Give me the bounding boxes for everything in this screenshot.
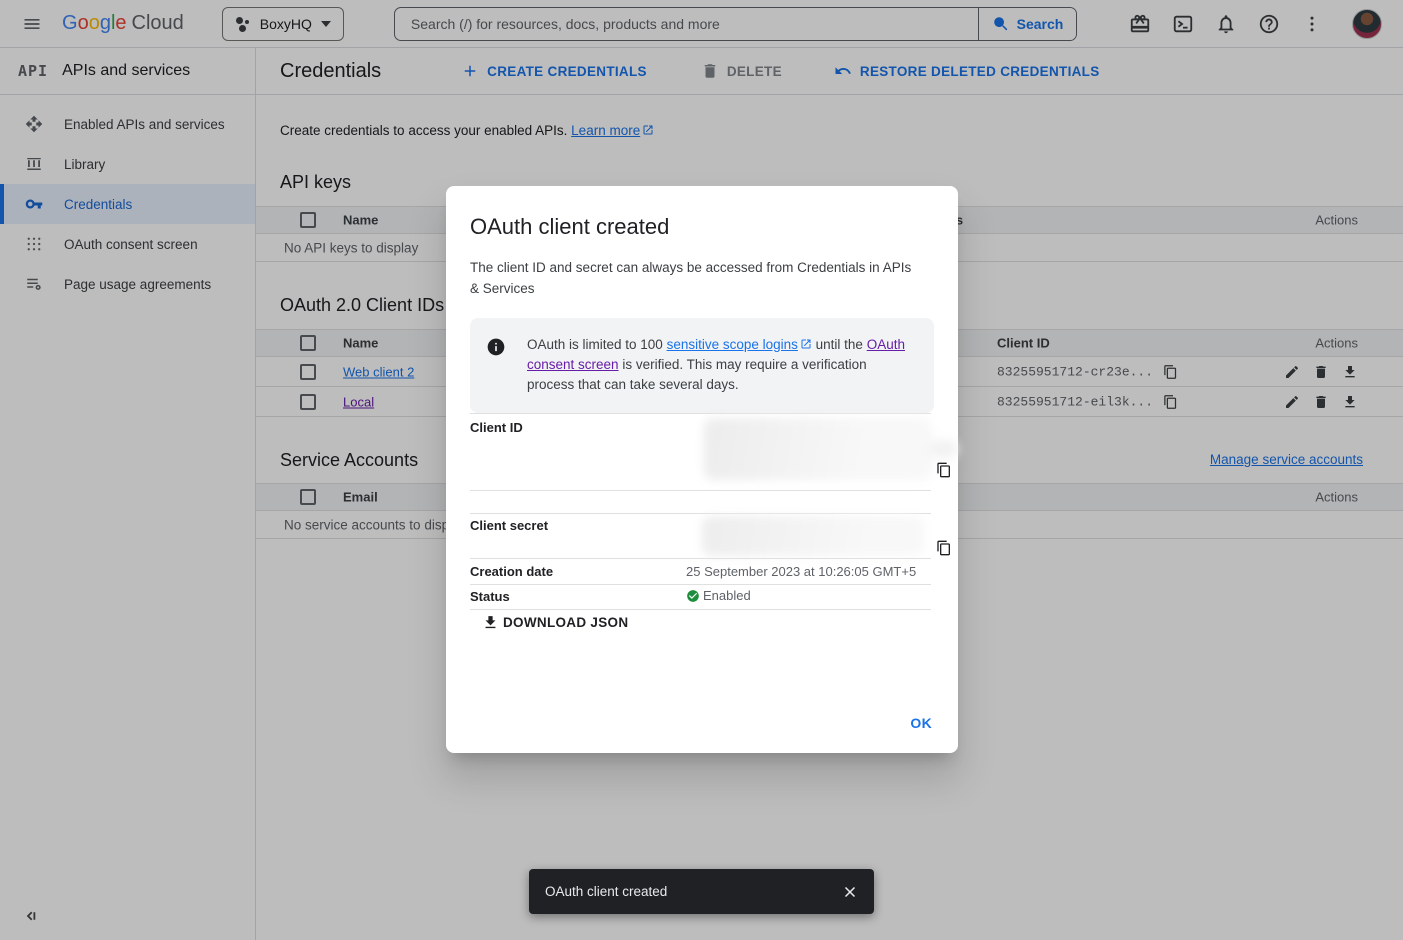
download-json-button[interactable]: DOWNLOAD JSON [482,614,628,631]
dialog-subtitle: The client ID and secret can always be a… [470,258,920,300]
status-badge: Enabled [686,588,751,603]
redacted-client-id-tail [928,440,958,458]
redacted-client-secret [702,516,924,556]
snackbar-message: OAuth client created [545,884,841,899]
close-icon[interactable] [841,883,859,901]
client-secret-label: Client secret [470,518,548,533]
check-circle-icon [686,589,700,603]
oauth-client-created-dialog: OAuth client created The client ID and s… [446,186,958,753]
client-id-label: Client ID [470,420,523,435]
info-icon [486,337,506,357]
ok-button[interactable]: OK [910,715,932,731]
download-icon [482,614,499,631]
sensitive-scope-logins-link[interactable]: sensitive scope logins [667,337,812,352]
copy-icon[interactable] [936,540,952,556]
external-link-icon [800,338,812,350]
copy-icon[interactable] [936,462,952,478]
redacted-client-id [704,418,932,480]
verification-notice: OAuth is limited to 100 sensitive scope … [470,318,934,413]
status-label: Status [470,589,510,604]
google-cloud-console: G o o g l e Cloud BoxyHQ Search [0,0,1403,940]
creation-date-label: Creation date [470,564,553,579]
snackbar: OAuth client created [529,869,874,914]
dialog-title: OAuth client created [470,214,934,240]
creation-date-value: 25 September 2023 at 10:26:05 GMT+5 [686,564,916,579]
